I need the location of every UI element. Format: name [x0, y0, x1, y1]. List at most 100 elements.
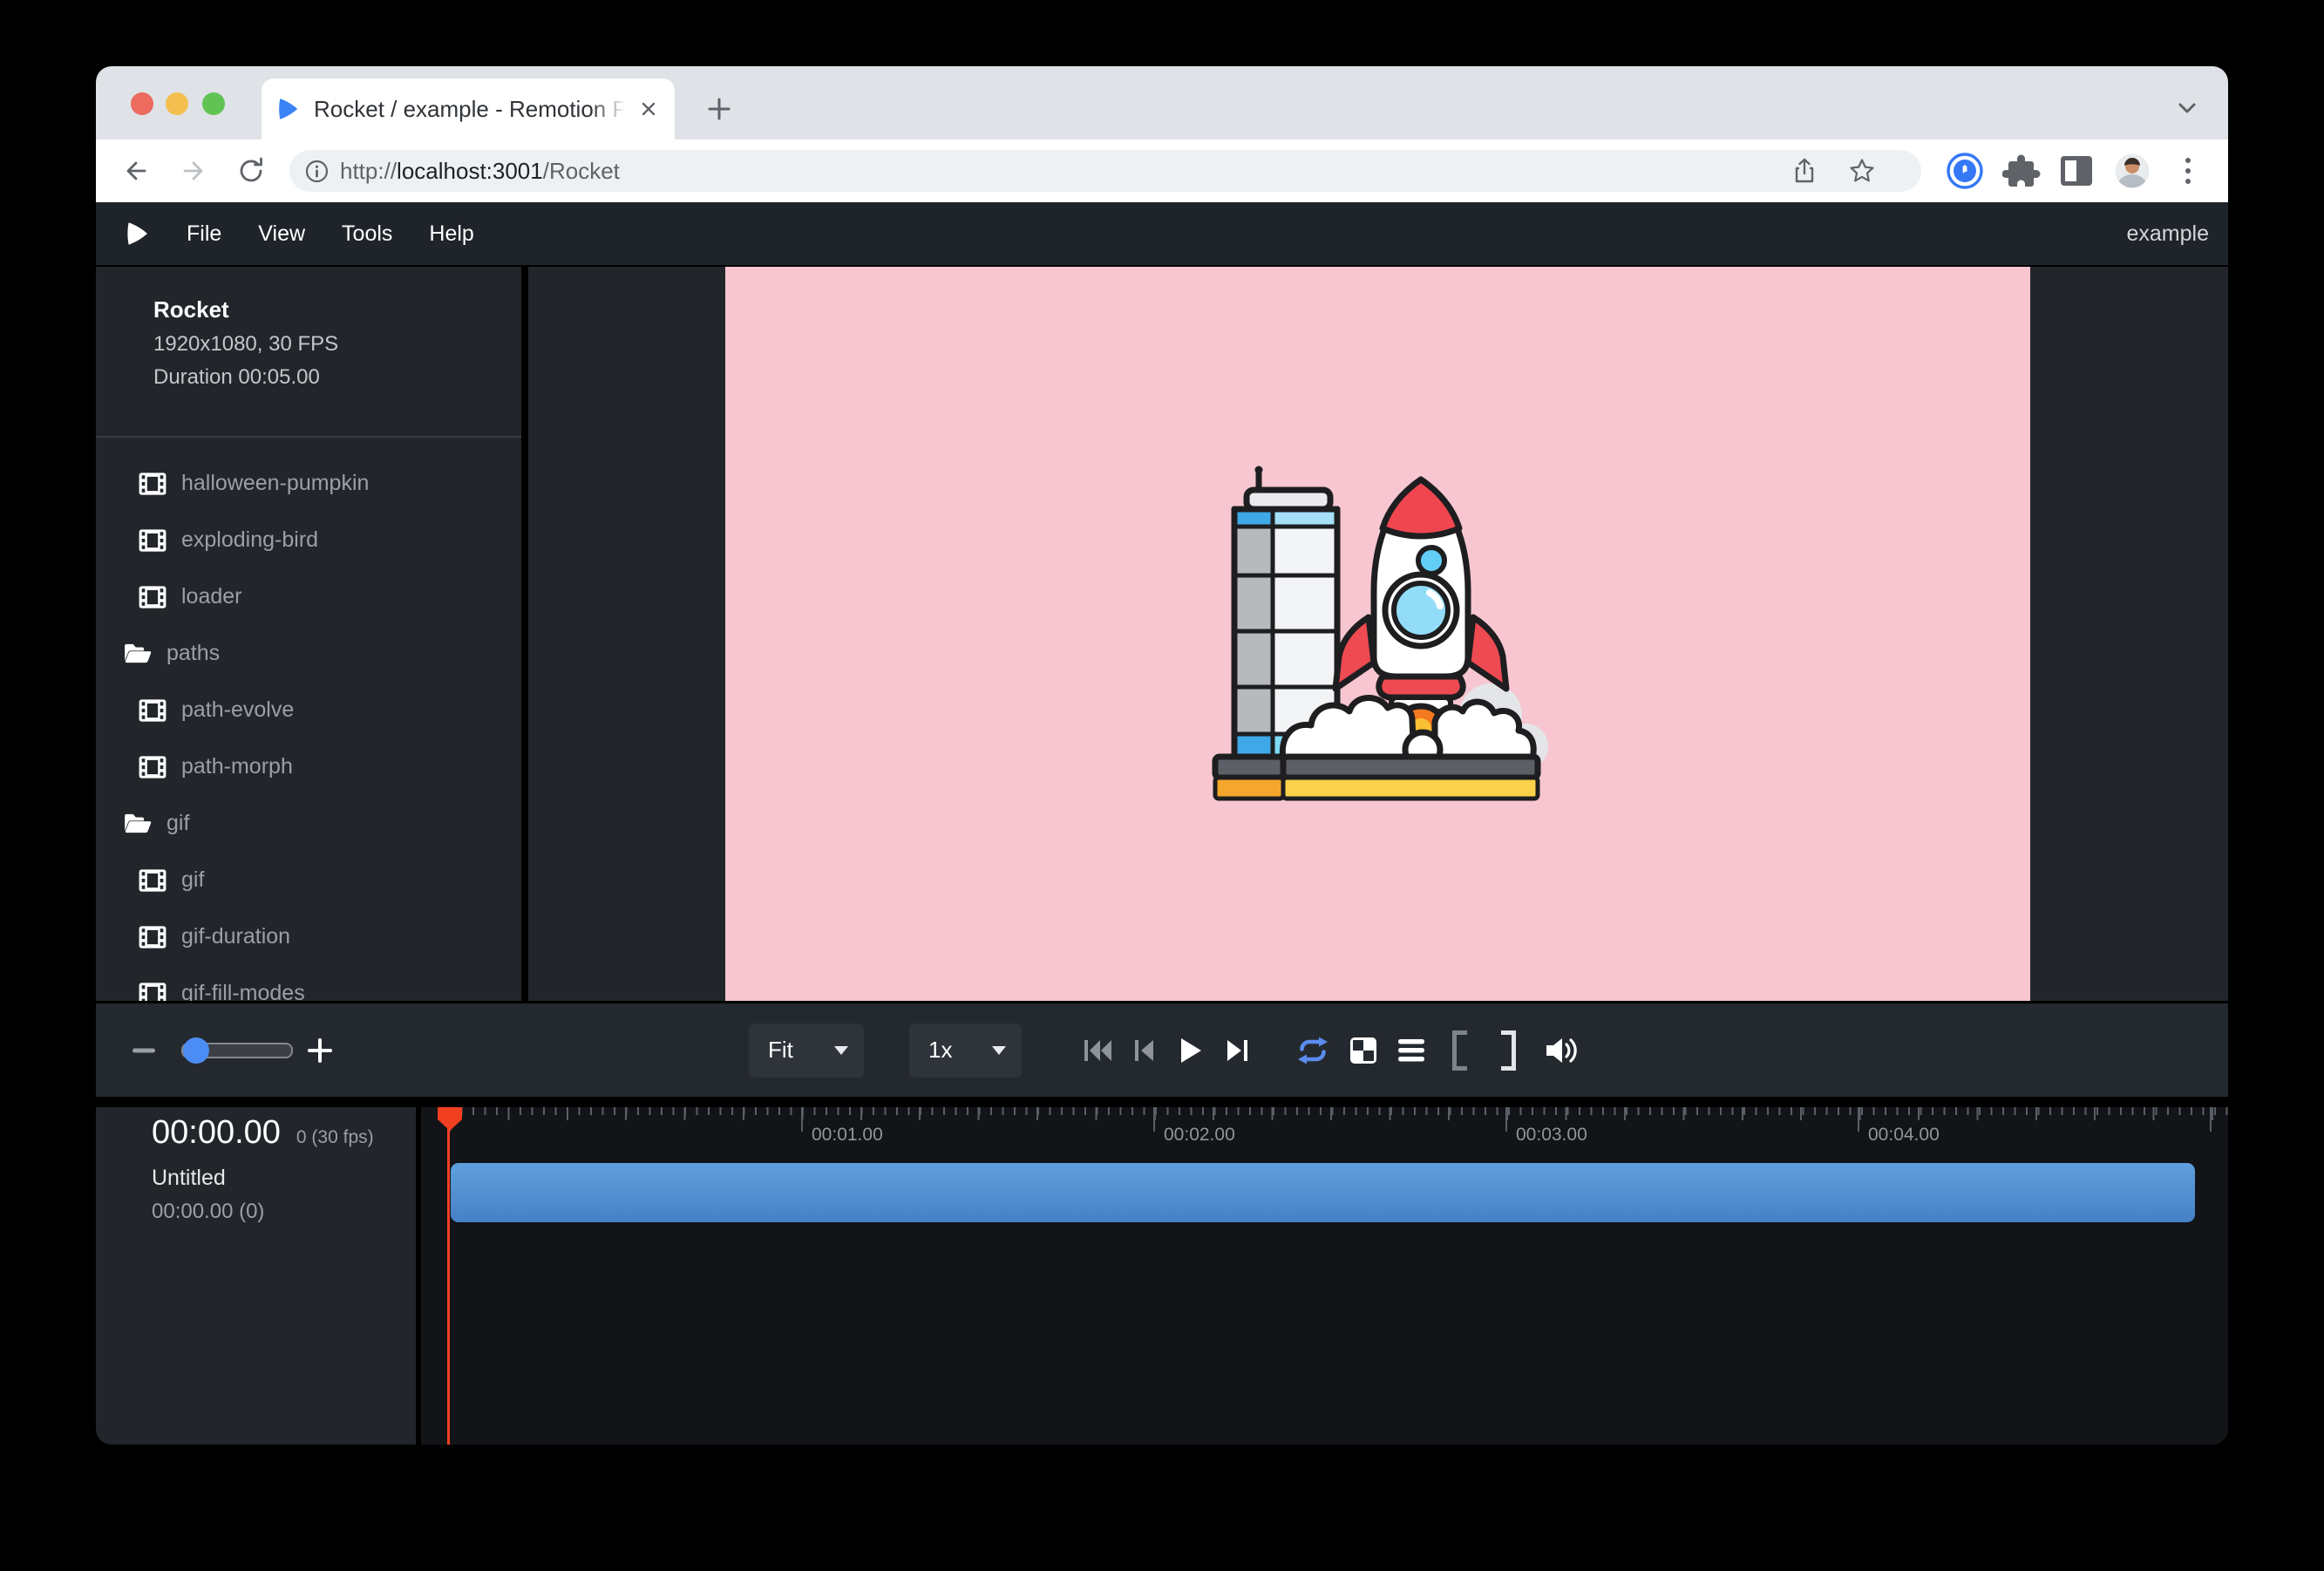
sidebar-item-composition[interactable]: exploding-bird: [96, 512, 521, 568]
track-name: Untitled: [152, 1166, 416, 1191]
out-point-button[interactable]: [1501, 1030, 1516, 1071]
sidebar-folder[interactable]: paths: [96, 625, 521, 682]
sidebar-divider: [96, 436, 521, 438]
playhead-marker[interactable]: [437, 1107, 463, 1132]
composition-resolution: 1920x1080, 30 FPS: [153, 332, 521, 357]
sidebar-item-composition[interactable]: gif-duration: [96, 908, 521, 965]
extensions-puzzle-icon[interactable]: [2002, 152, 2041, 190]
timeline-rows-button[interactable]: [1397, 1037, 1425, 1064]
zoom-slider-knob[interactable]: [183, 1037, 209, 1064]
in-point-button[interactable]: [1452, 1030, 1467, 1071]
folder-open-icon: [123, 642, 153, 665]
sidebar-folder[interactable]: gif: [96, 795, 521, 852]
browser-tab[interactable]: Rocket / example - Remotion Pre: [262, 78, 675, 139]
url-host: localhost:3001: [397, 158, 543, 184]
url-text[interactable]: http://localhost:3001/Rocket: [340, 158, 620, 185]
site-info-icon[interactable]: [305, 160, 329, 183]
browser-menu-icon[interactable]: [2181, 153, 2195, 188]
sidebar-item-composition[interactable]: gif-fill-modes: [96, 965, 521, 1001]
transparency-checkerboard-button[interactable]: [1349, 1037, 1377, 1064]
side-panel-icon[interactable]: [2057, 153, 2096, 189]
rocket-illustration: [1203, 460, 1552, 809]
playback-speed-dropdown[interactable]: 1x: [909, 1024, 1022, 1078]
preview-canvas: [725, 267, 2030, 1001]
profile-avatar[interactable]: [2113, 152, 2151, 190]
timeline-track-area[interactable]: 00:01.0000:02.0000:03.0000:04.00: [421, 1107, 2228, 1445]
browser-toolbar: http://localhost:3001/Rocket: [96, 139, 2228, 202]
tab-search-chevron-icon[interactable]: [2172, 98, 2202, 119]
password-manager-icon[interactable]: [1946, 152, 1984, 190]
loop-toggle-button[interactable]: [1295, 1035, 1330, 1066]
sidebar-item-composition[interactable]: loader: [96, 568, 521, 625]
menu-tools[interactable]: Tools: [342, 221, 392, 247]
tab-title-fade: [591, 91, 640, 139]
film-icon: [138, 868, 167, 893]
tab-strip: Rocket / example - Remotion Pre: [96, 66, 2228, 139]
share-icon[interactable]: [1791, 157, 1818, 185]
ruler-second-label: 00:01.00: [812, 1125, 883, 1146]
composition-title: Rocket: [153, 296, 521, 323]
forward-icon[interactable]: [180, 157, 209, 185]
film-icon: [138, 925, 167, 949]
film-icon: [138, 755, 167, 779]
film-icon: [138, 528, 167, 553]
url-scheme: http://: [340, 158, 397, 184]
sidebar-item-label: path-evolve: [181, 697, 294, 723]
next-frame-button[interactable]: [1226, 1037, 1250, 1064]
menu-help[interactable]: Help: [429, 221, 473, 247]
reload-icon[interactable]: [235, 155, 267, 187]
composition-info: Rocket 1920x1080, 30 FPS Duration 00:05.…: [96, 267, 521, 390]
remotion-favicon: [277, 97, 300, 121]
app-menubar: File View Tools Help example: [96, 202, 2228, 267]
ruler-second-ticks: [449, 1107, 2228, 1132]
timeline-info-panel: 00:00.00 0 (30 fps) Untitled 00:00.00 (0…: [96, 1107, 416, 1445]
zoom-out-button[interactable]: [133, 1048, 155, 1052]
project-name-label: example: [2127, 221, 2210, 247]
film-icon: [138, 698, 167, 723]
play-button[interactable]: [1179, 1037, 1203, 1064]
ruler-second-label: 00:02.00: [1164, 1125, 1235, 1146]
minimize-window-button[interactable]: [166, 92, 188, 115]
remotion-logo-icon[interactable]: [126, 221, 150, 247]
current-timecode: 00:00.00: [152, 1114, 281, 1152]
current-frame-label: 0 (30 fps): [296, 1127, 374, 1148]
menu-view[interactable]: View: [258, 221, 305, 247]
menu-file[interactable]: File: [187, 221, 221, 247]
sidebar-item-composition[interactable]: path-evolve: [96, 682, 521, 738]
preview-panel: [528, 267, 2228, 1001]
chevron-down-icon: [992, 1046, 1006, 1055]
sidebar-item-label: path-morph: [181, 754, 293, 779]
previous-frame-button[interactable]: [1133, 1037, 1156, 1064]
sidebar-item-composition[interactable]: path-morph: [96, 738, 521, 795]
new-tab-button[interactable]: [704, 94, 734, 124]
sidebar-item-label: gif: [181, 867, 204, 893]
zoom-in-button[interactable]: [307, 1037, 333, 1064]
film-icon: [138, 982, 167, 1002]
ruler-second-label: 00:03.00: [1516, 1125, 1587, 1146]
film-icon: [138, 472, 167, 496]
sidebar-item-composition[interactable]: gif: [96, 852, 521, 908]
back-icon[interactable]: [120, 157, 150, 185]
volume-button[interactable]: [1545, 1035, 1581, 1066]
timeline-track-bar[interactable]: [451, 1163, 2195, 1222]
close-window-button[interactable]: [131, 92, 153, 115]
playhead-line[interactable]: [447, 1107, 450, 1445]
address-bar[interactable]: http://localhost:3001/Rocket: [289, 150, 1921, 192]
url-path: /Rocket: [543, 158, 620, 184]
bookmark-star-icon[interactable]: [1848, 157, 1876, 185]
sidebar-item-label: paths: [166, 641, 220, 666]
player-toolbar: Fit 1x: [96, 1003, 2228, 1097]
sidebar-item-composition[interactable]: halloween-pumpkin: [96, 455, 521, 512]
zoom-window-button[interactable]: [202, 92, 225, 115]
canvas-size-value: Fit: [768, 1037, 812, 1064]
film-icon: [138, 585, 167, 609]
sidebar-item-label: loader: [181, 584, 242, 609]
close-tab-icon[interactable]: [638, 99, 659, 119]
composition-duration: Duration 00:05.00: [153, 365, 521, 390]
main-area: Rocket 1920x1080, 30 FPS Duration 00:05.…: [96, 267, 2228, 1001]
folder-open-icon: [123, 812, 153, 835]
skip-to-start-button[interactable]: [1083, 1037, 1114, 1064]
playback-speed-value: 1x: [928, 1037, 969, 1064]
canvas-size-dropdown[interactable]: Fit: [749, 1024, 864, 1078]
sidebar-item-label: gif-duration: [181, 924, 290, 949]
